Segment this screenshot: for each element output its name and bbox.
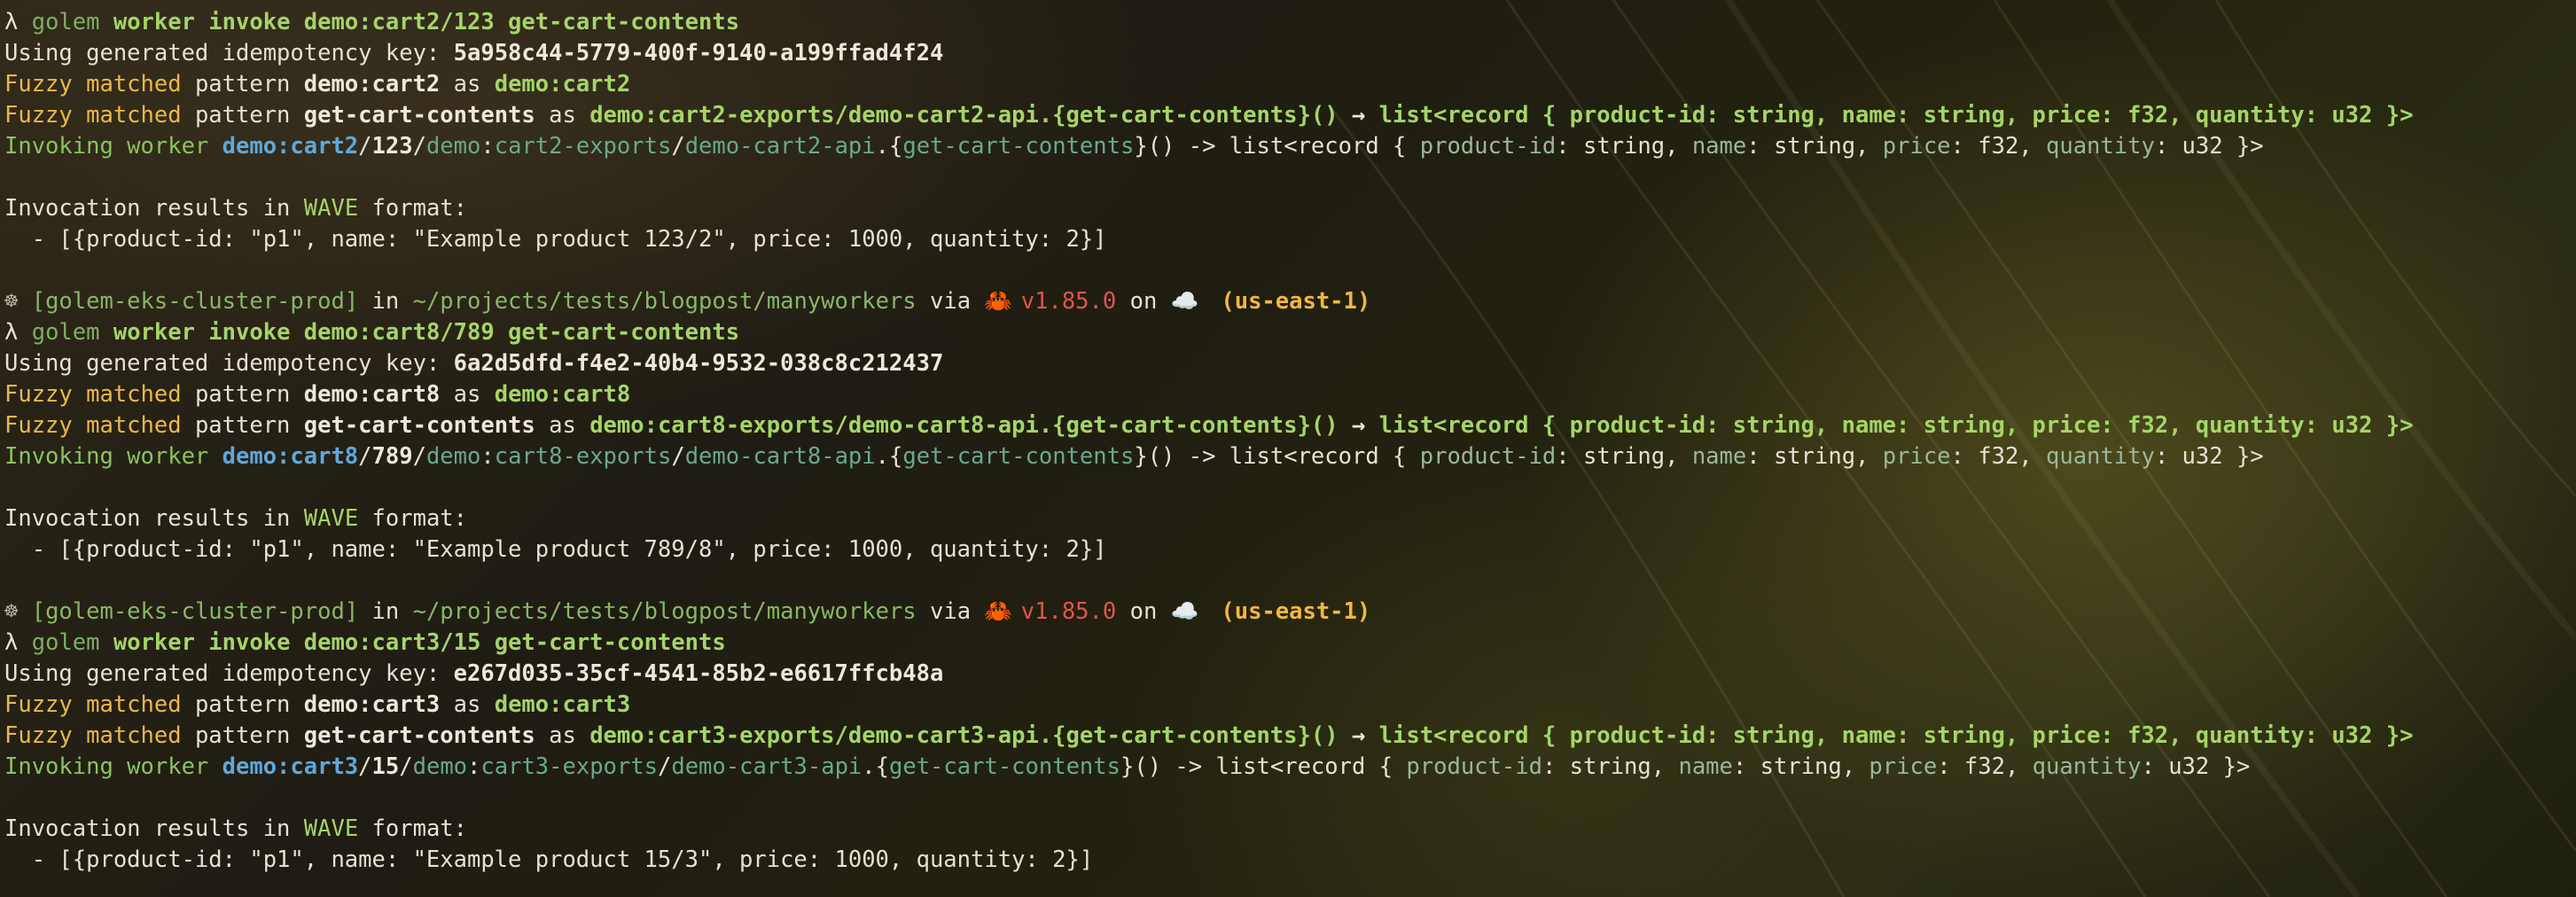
command-line: λ golem worker invoke demo:cart8/789 get…	[4, 317, 2576, 348]
command-line: λ golem worker invoke demo:cart2/123 get…	[4, 7, 2576, 38]
prompt-symbol: λ	[4, 629, 19, 656]
current-directory: ~/projects/tests/blogpost/manyworkers	[412, 598, 917, 625]
fuzzy-match-function-line: Fuzzy matched pattern get-cart-contents …	[4, 102, 2414, 129]
results-header: Invocation results in WAVE format:	[4, 195, 468, 222]
kubernetes-icon: ☸	[4, 288, 19, 315]
idempotency-key: e267d035-35cf-4541-85b2-e6617ffcb48a	[453, 660, 944, 687]
results-value: - [{product-id: "p1", name: "Example pro…	[4, 536, 1107, 563]
prompt-symbol: λ	[4, 319, 19, 346]
results-value: - [{product-id: "p1", name: "Example pro…	[4, 846, 1094, 873]
aws-region: (us-east-1)	[1193, 288, 1371, 315]
shell-prompt: ☸ [golem-eks-cluster-prod] in ~/projects…	[4, 286, 2576, 317]
command-args: worker invoke demo:cart8/789 get-cart-co…	[113, 319, 740, 346]
golem-command: golem	[31, 629, 100, 656]
idempotency-line: Using generated idempotency key: 6a2d5df…	[4, 350, 944, 377]
cloud-icon: ☁️	[1170, 288, 1199, 315]
idempotency-line: Using generated idempotency key: e267d03…	[4, 660, 944, 687]
golem-command: golem	[31, 319, 100, 346]
command-line: λ golem worker invoke demo:cart3/15 get-…	[4, 628, 2576, 659]
shell-prompt: ☸ [golem-eks-cluster-prod] in ~/projects…	[4, 597, 2576, 628]
idempotency-key: 6a2d5dfd-f4e2-40b4-9532-038c8c212437	[453, 350, 944, 377]
idempotency-line: Using generated idempotency key: 5a958c4…	[4, 40, 944, 66]
invoking-line: Invoking worker demo:cart3/15/demo:cart3…	[4, 753, 2251, 780]
current-directory: ~/projects/tests/blogpost/manyworkers	[412, 288, 917, 315]
results-header: Invocation results in WAVE format:	[4, 505, 468, 532]
results-header: Invocation results in WAVE format:	[4, 815, 468, 842]
fuzzy-match-component-line: Fuzzy matched pattern demo:cart2 as demo…	[4, 71, 631, 98]
rust-crab-icon: 🦀	[984, 598, 1013, 625]
rust-version: v1.85.0	[1007, 288, 1117, 315]
invoking-line: Invoking worker demo:cart8/789/demo:cart…	[4, 443, 2264, 470]
prompt-symbol: λ	[4, 9, 19, 35]
rust-version: v1.85.0	[1007, 598, 1117, 625]
kube-context: [golem-eks-cluster-prod]	[18, 288, 359, 315]
command-args: worker invoke demo:cart3/15 get-cart-con…	[113, 629, 726, 656]
fuzzy-match-function-line: Fuzzy matched pattern get-cart-contents …	[4, 722, 2414, 749]
invoking-line: Invoking worker demo:cart2/123/demo:cart…	[4, 133, 2264, 160]
fuzzy-match-function-line: Fuzzy matched pattern get-cart-contents …	[4, 412, 2414, 439]
rust-crab-icon: 🦀	[984, 288, 1013, 315]
kube-context: [golem-eks-cluster-prod]	[18, 598, 359, 625]
terminal-output[interactable]: λ golem worker invoke demo:cart2/123 get…	[0, 0, 2576, 897]
fuzzy-match-component-line: Fuzzy matched pattern demo:cart8 as demo…	[4, 381, 631, 408]
golem-command: golem	[31, 9, 100, 35]
idempotency-key: 5a958c44-5779-400f-9140-a199ffad4f24	[453, 40, 944, 66]
kubernetes-icon: ☸	[4, 598, 19, 625]
aws-region: (us-east-1)	[1193, 598, 1371, 625]
command-args: worker invoke demo:cart2/123 get-cart-co…	[113, 9, 740, 35]
results-value: - [{product-id: "p1", name: "Example pro…	[4, 226, 1107, 253]
cloud-icon: ☁️	[1170, 598, 1199, 625]
fuzzy-match-component-line: Fuzzy matched pattern demo:cart3 as demo…	[4, 691, 631, 718]
